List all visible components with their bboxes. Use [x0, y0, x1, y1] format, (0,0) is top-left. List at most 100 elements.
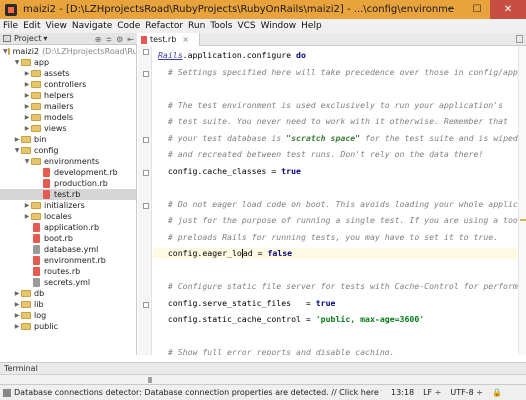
- tree-item[interactable]: ▶ helpers: [0, 90, 136, 101]
- tree-item[interactable]: ▶ bin: [0, 134, 136, 145]
- collapse-arrow-icon[interactable]: ▶: [23, 103, 31, 110]
- scrollbar-thumb[interactable]: [148, 377, 152, 383]
- collapse-arrow-icon[interactable]: ▶: [23, 70, 31, 77]
- menu-tools[interactable]: Tools: [210, 21, 232, 31]
- tree-item[interactable]: environment.rb: [0, 255, 136, 266]
- code-line[interactable]: # test suite. You never need to work wit…: [158, 116, 508, 127]
- collapse-all-icon[interactable]: ≑: [105, 35, 112, 44]
- warning-marker[interactable]: [520, 219, 526, 221]
- code-line[interactable]: # your test database is "scratch space" …: [158, 133, 518, 144]
- locate-file-icon[interactable]: ⊕: [95, 35, 102, 44]
- current-code-line[interactable]: config.eager_load = false: [153, 248, 526, 259]
- project-view-dropdown[interactable]: ▾: [43, 34, 47, 43]
- lock-icon[interactable]: 🔒: [492, 388, 502, 397]
- tree-item[interactable]: ▼ maizi2(D:\LZHprojectsRoad\RubyProj: [0, 46, 136, 57]
- close-button[interactable]: ✕: [490, 0, 526, 19]
- collapse-arrow-icon[interactable]: ▶: [13, 312, 21, 319]
- status-message[interactable]: Database connections detector: Database …: [14, 388, 382, 397]
- code-editor[interactable]: Rails.application.configure do # Setting…: [153, 46, 526, 355]
- file-encoding[interactable]: UTF-8 ÷: [450, 388, 483, 397]
- code-line[interactable]: config.cache_classes = true: [158, 166, 301, 177]
- collapse-arrow-icon[interactable]: ▶: [23, 81, 31, 88]
- menu-edit[interactable]: Edit: [23, 21, 40, 31]
- tree-item[interactable]: routes.rb: [0, 266, 136, 277]
- collapse-arrow-icon[interactable]: ▶: [13, 290, 21, 297]
- tree-item[interactable]: ▶ models: [0, 112, 136, 123]
- tree-item[interactable]: ▶ locales: [0, 211, 136, 222]
- tree-item[interactable]: ▶ public: [0, 321, 136, 332]
- editor-vertical-scrollbar[interactable]: [518, 46, 526, 355]
- expand-arrow-icon[interactable]: ▼: [23, 158, 31, 165]
- code-line[interactable]: # Configure static file server for tests…: [158, 281, 526, 292]
- tree-item[interactable]: ▶ initializers: [0, 200, 136, 211]
- code-line[interactable]: # The test environment is used exclusive…: [158, 100, 503, 111]
- tree-item[interactable]: ▶ assets: [0, 68, 136, 79]
- tree-item[interactable]: ▶ mailers: [0, 101, 136, 112]
- menu-file[interactable]: File: [3, 21, 18, 31]
- tree-item[interactable]: ▶ lib: [0, 299, 136, 310]
- tree-item[interactable]: development.rb: [0, 167, 136, 178]
- tree-item[interactable]: production.rb: [0, 178, 136, 189]
- code-line[interactable]: Rails.application.configure do: [158, 50, 306, 61]
- tab-close-icon[interactable]: ×: [182, 35, 189, 44]
- collapse-arrow-icon[interactable]: ▶: [13, 323, 21, 330]
- split-editor-icon[interactable]: [516, 35, 523, 43]
- menu-help[interactable]: Help: [301, 21, 322, 31]
- tree-item[interactable]: ▼ app: [0, 57, 136, 68]
- line-separator[interactable]: LF ÷: [423, 388, 441, 397]
- minimize-button[interactable]: ─: [438, 0, 464, 19]
- tree-item[interactable]: database.yml: [0, 244, 136, 255]
- fold-marker-icon[interactable]: [143, 49, 149, 55]
- tree-item[interactable]: boot.rb: [0, 233, 136, 244]
- code-line[interactable]: # Show full error reports and disable ca…: [158, 347, 395, 355]
- collapse-arrow-icon[interactable]: ▶: [13, 301, 21, 308]
- menu-refactor[interactable]: Refactor: [145, 21, 183, 31]
- fold-marker-icon[interactable]: [143, 137, 149, 143]
- code-line[interactable]: # preloads Rails for running tests, you …: [158, 232, 498, 243]
- window-title: maizi2 - [D:\LZHprojectsRoad\RubyProject…: [23, 4, 453, 15]
- project-panel-title[interactable]: Project: [14, 34, 41, 43]
- horizontal-scrollbar[interactable]: [0, 374, 526, 384]
- collapse-arrow-icon[interactable]: ▶: [23, 213, 31, 220]
- tree-item[interactable]: ▼ environments: [0, 156, 136, 167]
- menu-code[interactable]: Code: [117, 21, 140, 31]
- tab-test-rb[interactable]: test.rb ×: [138, 33, 200, 46]
- settings-gear-icon[interactable]: ⚙: [116, 35, 123, 44]
- maximize-button[interactable]: ☐: [464, 0, 490, 19]
- tree-item[interactable]: ▼ config: [0, 145, 136, 156]
- code-line[interactable]: config.serve_static_files = true: [158, 298, 336, 309]
- expand-arrow-icon[interactable]: ▼: [13, 147, 21, 154]
- code-line[interactable]: # and recreated between test runs. Don't…: [158, 149, 484, 160]
- fold-marker-icon[interactable]: [143, 170, 149, 176]
- fold-marker-icon[interactable]: [143, 71, 149, 77]
- tree-item[interactable]: ▶ db: [0, 288, 136, 299]
- collapse-arrow-icon[interactable]: ▶: [13, 136, 21, 143]
- code-line[interactable]: # just for the purpose of running a sing…: [158, 215, 526, 226]
- code-line[interactable]: # Do not eager load code on boot. This a…: [158, 199, 526, 210]
- tree-item[interactable]: secrets.yml: [0, 277, 136, 288]
- expand-arrow-icon[interactable]: ▼: [3, 48, 8, 55]
- menu-navigate[interactable]: Navigate: [72, 21, 112, 31]
- menu-vcs[interactable]: VCS: [237, 21, 255, 31]
- hide-panel-icon[interactable]: ⇤: [127, 35, 134, 44]
- tree-item[interactable]: ▶ views: [0, 123, 136, 134]
- collapse-arrow-icon[interactable]: ▶: [23, 114, 31, 121]
- code-line[interactable]: config.static_cache_control = 'public, m…: [158, 314, 424, 325]
- code-line[interactable]: # Settings specified here will take prec…: [158, 67, 526, 78]
- menu-run[interactable]: Run: [188, 21, 205, 31]
- menu-view[interactable]: View: [46, 21, 67, 31]
- tree-item[interactable]: test.rb: [0, 189, 136, 200]
- collapse-arrow-icon[interactable]: ▶: [23, 125, 31, 132]
- tree-item[interactable]: application.rb: [0, 222, 136, 233]
- tree-item[interactable]: ▶ controllers: [0, 79, 136, 90]
- fold-marker-icon[interactable]: [143, 203, 149, 209]
- expand-arrow-icon[interactable]: ▼: [13, 59, 21, 66]
- code-token: .application.configure: [182, 50, 297, 60]
- fold-marker-icon[interactable]: [143, 302, 149, 308]
- terminal-tab[interactable]: Terminal: [4, 364, 38, 373]
- caret-position[interactable]: 13:18: [391, 388, 414, 397]
- collapse-arrow-icon[interactable]: ▶: [23, 92, 31, 99]
- menu-window[interactable]: Window: [261, 21, 297, 31]
- collapse-arrow-icon[interactable]: ▶: [23, 202, 31, 209]
- tree-item[interactable]: ▶ log: [0, 310, 136, 321]
